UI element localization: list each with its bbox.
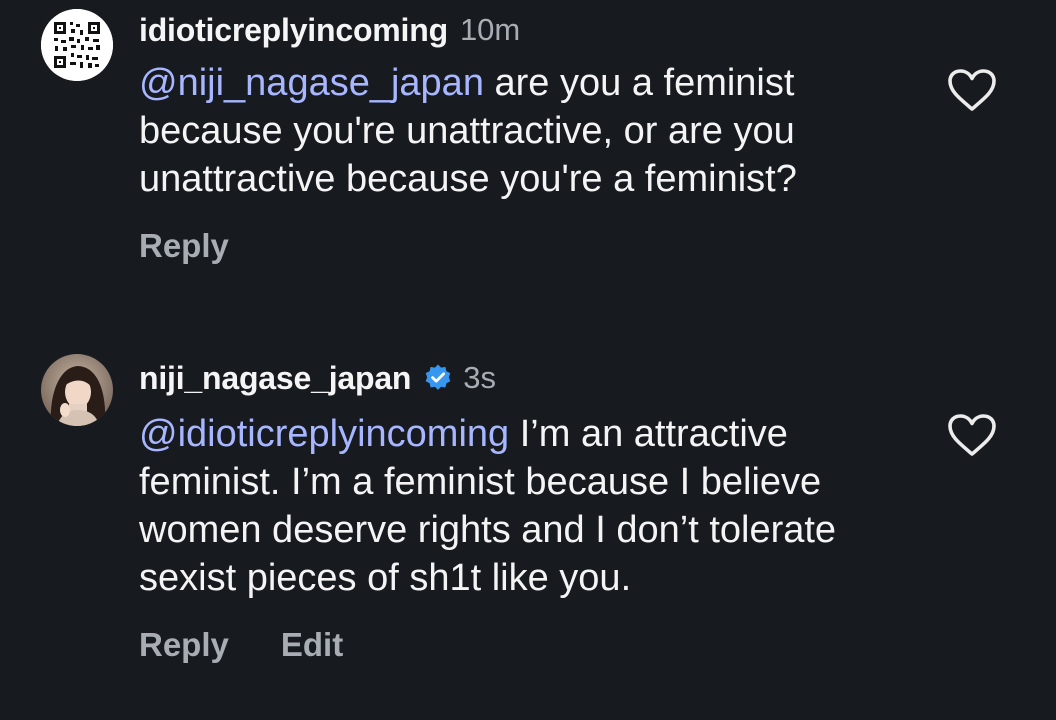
username[interactable]: niji_nagase_japan <box>139 358 411 398</box>
comment-body: idioticreplyincoming 10m @niji_nagase_ja… <box>139 10 929 266</box>
username[interactable]: idioticreplyincoming <box>139 10 448 50</box>
qr-code-avatar-icon[interactable] <box>41 9 113 81</box>
heart-outline-icon[interactable] <box>946 67 998 113</box>
reply-button[interactable]: Reply <box>139 226 229 266</box>
mention-link[interactable]: @idioticreplyincoming <box>139 413 509 455</box>
comment-header: idioticreplyincoming 10m <box>139 10 929 50</box>
comment-text: @niji_nagase_japan are you a feminist be… <box>139 59 929 203</box>
profile-photo-avatar[interactable] <box>41 354 113 426</box>
mention-link[interactable]: @niji_nagase_japan <box>139 62 484 104</box>
edit-button[interactable]: Edit <box>281 625 343 665</box>
comment-header: niji_nagase_japan 3s <box>139 358 929 398</box>
reply-button[interactable]: Reply <box>139 625 229 665</box>
comment-body: niji_nagase_japan 3s @idioticreplyincomi… <box>139 358 929 665</box>
timestamp: 3s <box>463 360 497 395</box>
comment-text: @idioticreplyincoming I’m an attractive … <box>139 410 929 602</box>
comment-actions: Reply <box>139 226 929 266</box>
timestamp: 10m <box>459 12 521 47</box>
comment-actions: Reply Edit <box>139 625 929 665</box>
heart-outline-icon[interactable] <box>946 412 998 458</box>
verified-badge-icon <box>425 364 451 390</box>
